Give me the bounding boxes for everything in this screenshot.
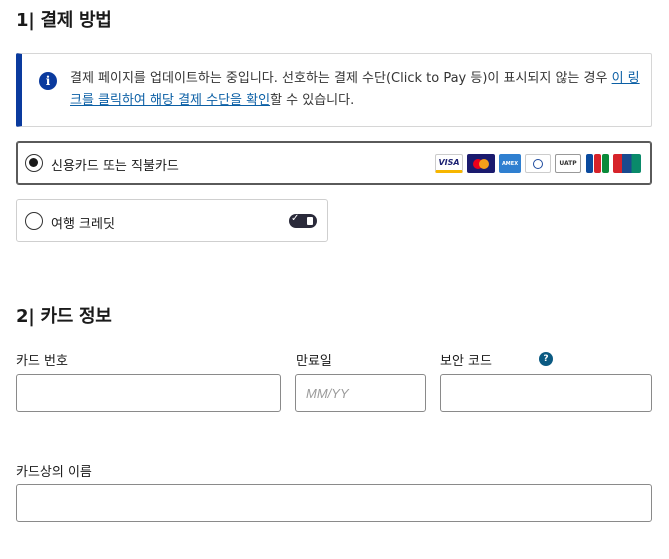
visa-logo-icon: VISA (435, 154, 463, 173)
card-number-label: 카드 번호 (16, 354, 68, 369)
section-number: 1| (16, 10, 35, 31)
section-number: 2| (16, 306, 35, 327)
travel-credit-label: 여행 크레딧 (51, 217, 115, 232)
section-title-text: 결제 방법 (40, 10, 112, 31)
section-title-card-info: 2| 카드 정보 (16, 302, 112, 328)
security-code-input[interactable] (440, 374, 652, 412)
payment-option-travel-credit[interactable]: 여행 크레딧 (16, 199, 328, 242)
travel-credit-icon (289, 213, 317, 228)
mastercard-logo-icon (467, 154, 495, 173)
info-icon: i (39, 72, 57, 90)
jcb-logo-icon (585, 154, 609, 173)
notice-text: 결제 페이지를 업데이트하는 중입니다. 선호하는 결제 수단(Click to… (70, 68, 640, 112)
amex-logo-icon: AMEX (499, 154, 521, 173)
section-title-payment-method: 1| 결제 방법 (16, 6, 112, 32)
card-logos: VISA AMEX UATP (435, 154, 641, 173)
card-option-label: 신용카드 또는 직불카드 (51, 159, 179, 174)
payment-option-card[interactable]: 신용카드 또는 직불카드 VISA AMEX UATP (16, 141, 652, 185)
card-radio[interactable] (25, 154, 43, 172)
expiry-input[interactable] (295, 374, 426, 412)
uatp-logo-icon: UATP (555, 154, 581, 173)
expiry-label: 만료일 (296, 354, 332, 369)
travel-credit-radio[interactable] (25, 212, 43, 230)
unionpay-logo-icon (613, 154, 641, 173)
cardholder-name-input[interactable] (16, 484, 652, 522)
section-title-text: 카드 정보 (40, 306, 112, 327)
card-number-input[interactable] (16, 374, 281, 412)
payment-update-notice: i 결제 페이지를 업데이트하는 중입니다. 선호하는 결제 수단(Click … (16, 53, 652, 127)
notice-text-before: 결제 페이지를 업데이트하는 중입니다. 선호하는 결제 수단(Click to… (70, 71, 612, 86)
notice-text-after: 할 수 있습니다. (270, 93, 355, 108)
diners-logo-icon (525, 154, 551, 173)
security-code-label: 보안 코드 (440, 354, 492, 369)
cardholder-name-label: 카드상의 이름 (16, 465, 92, 480)
help-icon[interactable]: ? (539, 352, 553, 366)
